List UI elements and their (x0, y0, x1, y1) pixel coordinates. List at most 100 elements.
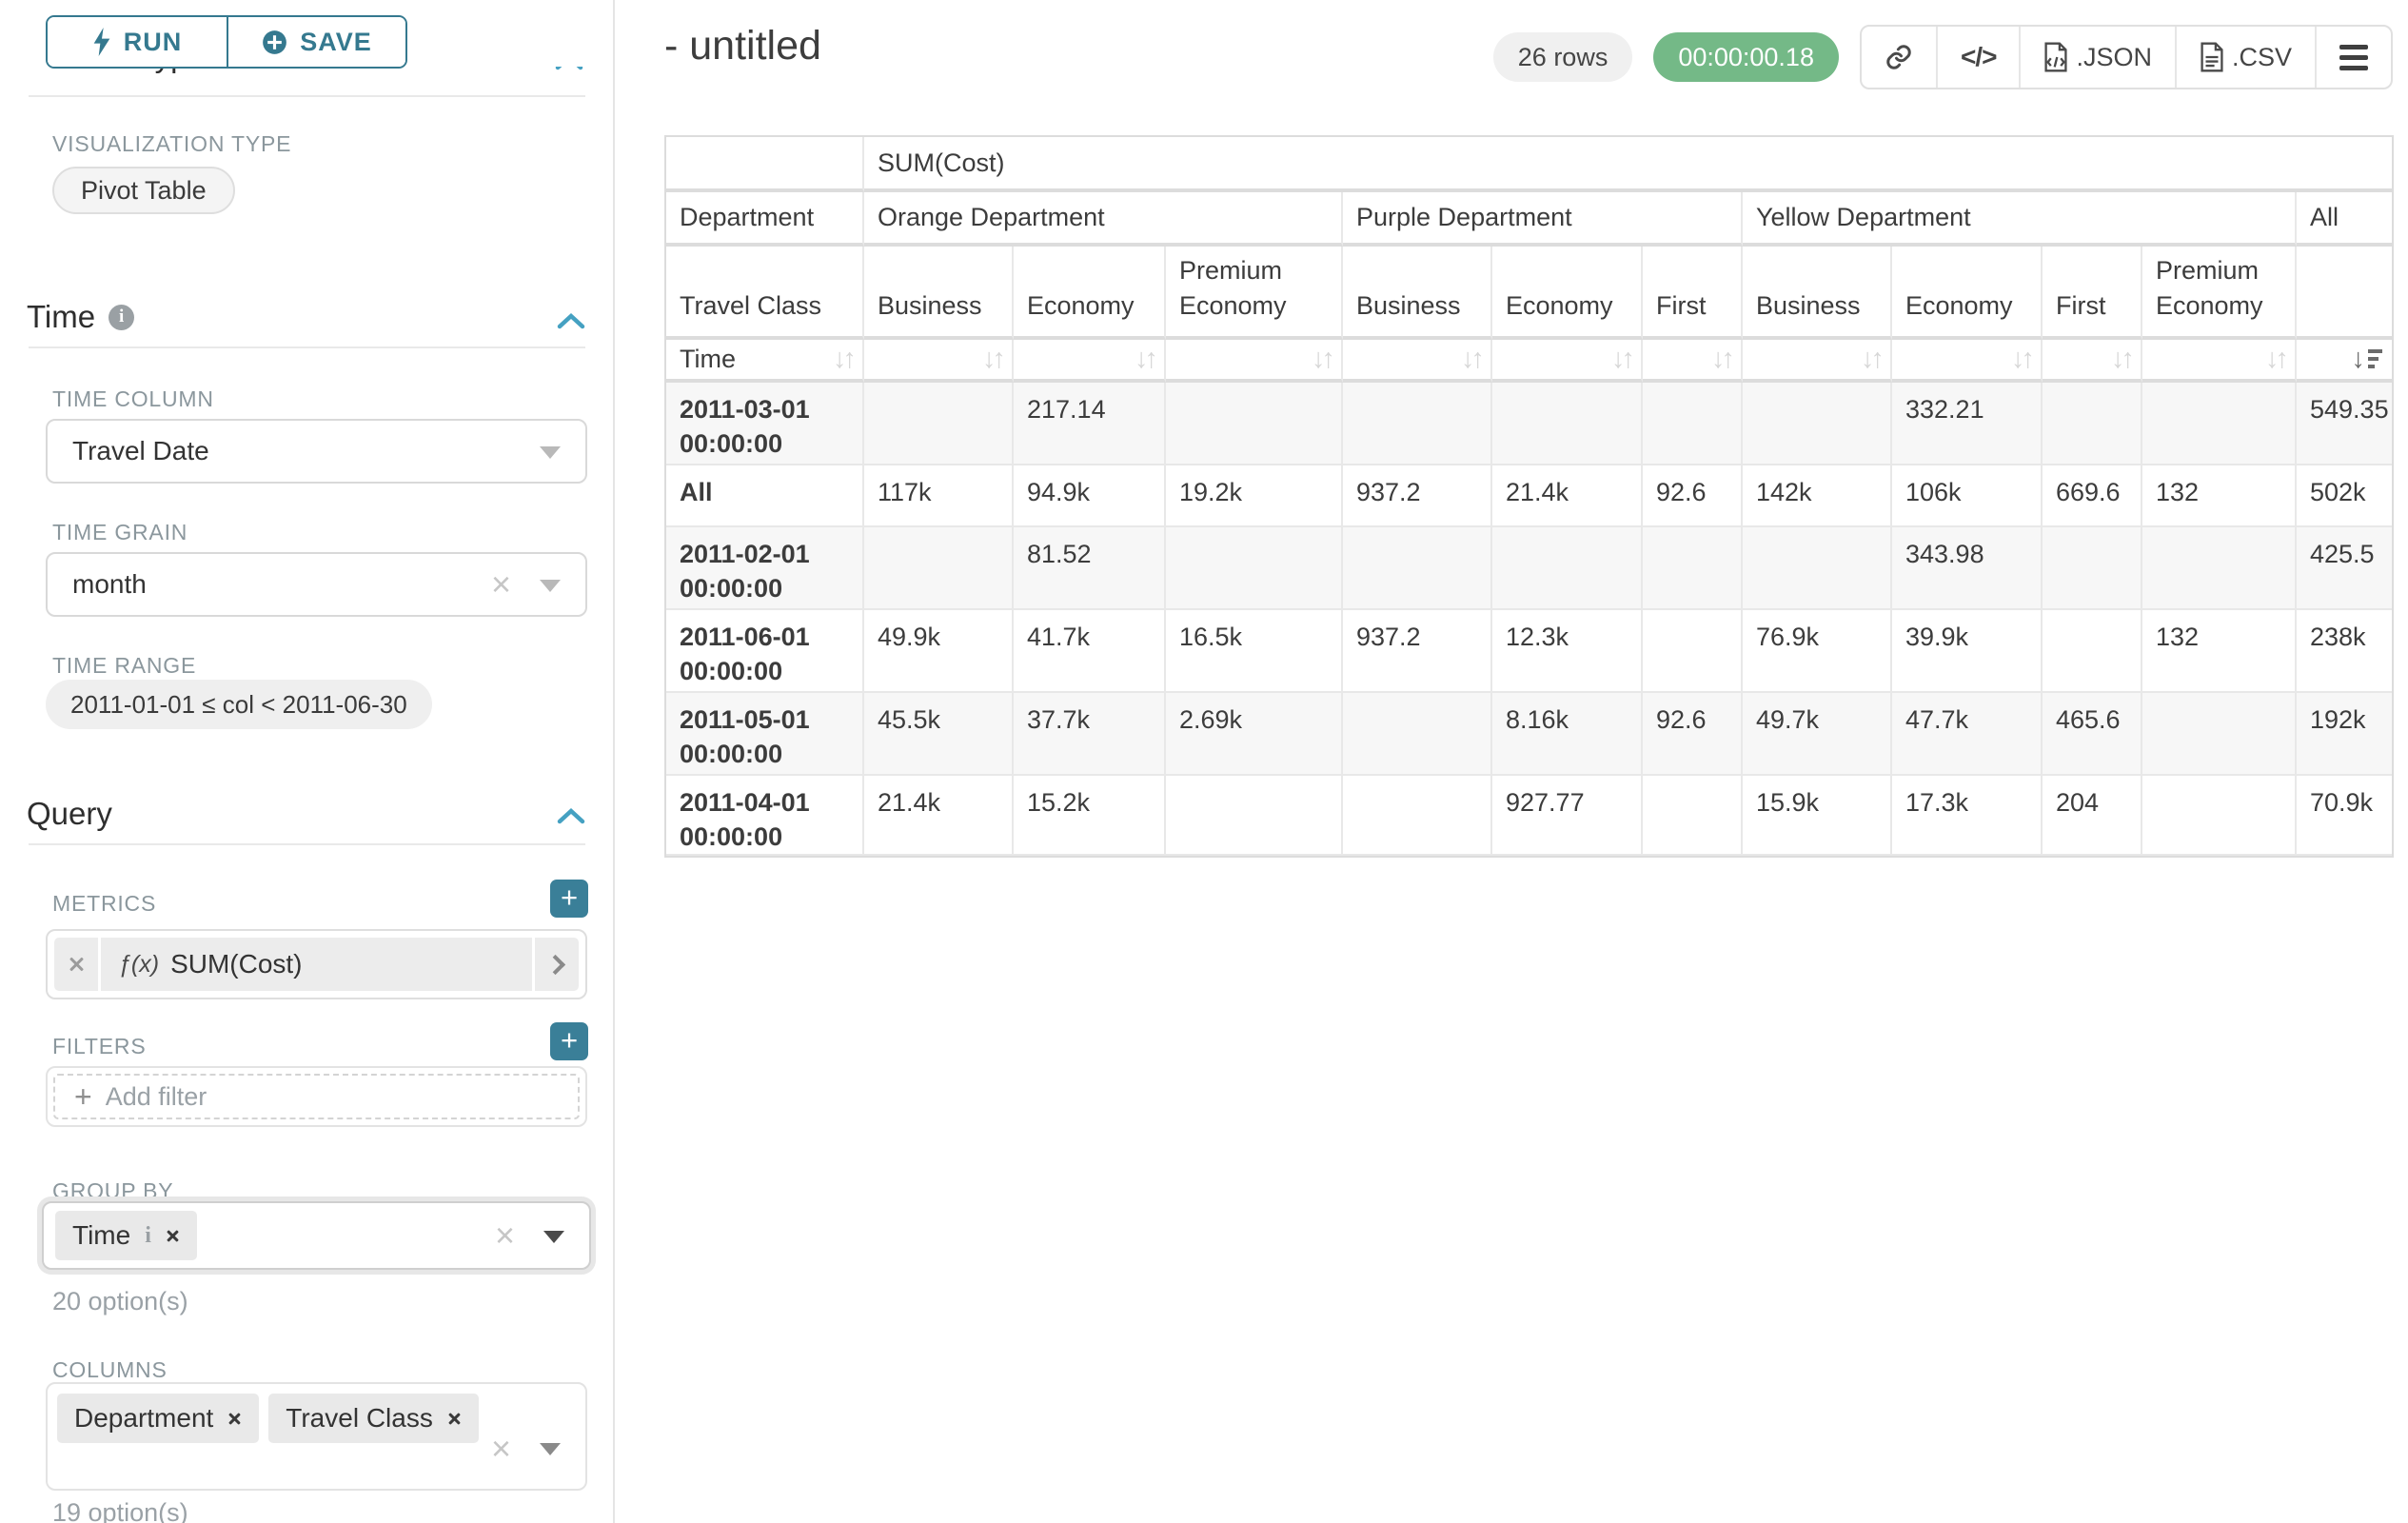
value-cell (2043, 610, 2142, 693)
remove-metric-button[interactable] (54, 938, 98, 991)
columns-select[interactable]: Department Travel Class × (46, 1382, 587, 1491)
add-filter-label: Add filter (106, 1082, 207, 1112)
value-cell: 76.9k (1743, 610, 1892, 693)
sort-cell: ↓↑ (1166, 340, 1343, 383)
time-collapse-icon[interactable] (557, 312, 585, 329)
save-button[interactable]: SAVE (227, 17, 405, 67)
info-icon[interactable]: i (109, 305, 134, 330)
chevron-down-icon[interactable] (540, 1443, 561, 1455)
more-options-button[interactable] (2315, 27, 2391, 88)
group-by-select[interactable]: Time i × (42, 1201, 591, 1270)
sort-icon[interactable]: ↓↑ (1611, 341, 1631, 378)
chip-label: Department (74, 1403, 213, 1434)
sort-descending-icon[interactable]: ↓ (2352, 341, 2383, 378)
value-cell (2142, 776, 2297, 856)
value-cell: 204 (2043, 776, 2142, 856)
clear-icon[interactable]: × (491, 565, 511, 603)
value-cell (1643, 527, 1743, 610)
plus-circle-icon (262, 30, 287, 55)
query-collapse-icon[interactable] (557, 807, 585, 824)
value-cell: 937.2 (1343, 465, 1492, 527)
value-cell: 17.3k (1892, 776, 2043, 856)
group-header-yellow: Yellow Department (1743, 192, 2297, 247)
sort-icon[interactable]: ↓↑ (1135, 341, 1155, 378)
export-csv-button[interactable]: .CSV (2175, 27, 2315, 88)
clear-icon[interactable]: × (491, 1430, 511, 1468)
value-cell: 332.21 (1892, 383, 2043, 465)
group-header-purple: Purple Department (1343, 192, 1743, 247)
sort-icon[interactable]: ↓↑ (2111, 341, 2131, 378)
sort-bars (2368, 349, 2382, 368)
query-timer-badge: 00:00:00.18 (1653, 32, 1839, 82)
row-label: 2011-04-01 00:00:00 (666, 776, 864, 856)
close-icon[interactable] (166, 1229, 180, 1243)
add-filter-button[interactable]: + Add filter (53, 1074, 580, 1119)
value-cell: 45.5k (864, 693, 1014, 776)
view-query-button[interactable]: </> (1936, 27, 2019, 88)
value-cell: 81.52 (1014, 527, 1166, 610)
sort-icon[interactable]: ↓↑ (2265, 341, 2285, 378)
value-cell: 49.9k (864, 610, 1014, 693)
sort-icon[interactable]: ↓↑ (1312, 341, 1332, 378)
group-by-chip-time[interactable]: Time i (55, 1211, 197, 1260)
value-cell: 937.2 (1343, 610, 1492, 693)
value-cell (1343, 383, 1492, 465)
run-button[interactable]: RUN (48, 17, 227, 67)
value-cell: 92.6 (1643, 693, 1743, 776)
time-sort-header: Time ↓↑ (666, 340, 864, 383)
columns-chip-department[interactable]: Department (57, 1394, 259, 1443)
sort-icon[interactable]: ↓↑ (833, 341, 853, 378)
value-cell: 106k (1892, 465, 2043, 527)
time-section-title: Time i (27, 299, 134, 335)
value-cell: 2.69k (1166, 693, 1343, 776)
export-json-button[interactable]: .JSON (2019, 27, 2175, 88)
leaf-header: Business (1743, 247, 1892, 340)
value-cell (1166, 776, 1343, 856)
group-header-orange: Orange Department (864, 192, 1343, 247)
info-icon[interactable]: i (145, 1223, 151, 1249)
query-section-title-text: Query (27, 796, 112, 832)
value-cell: 549.35 (2297, 383, 2392, 465)
value-cell: 8.16k (1492, 693, 1643, 776)
columns-chips: Department Travel Class (57, 1394, 479, 1443)
explore-page: Chart Type RUN SAVE VISUALIZATION TYPE P… (0, 0, 2408, 1523)
clear-icon[interactable]: × (495, 1216, 515, 1255)
value-cell (2142, 383, 2297, 465)
chart-title[interactable]: - untitled (664, 23, 821, 69)
columns-options-hint: 19 option(s) (52, 1498, 188, 1523)
chevron-down-icon (540, 580, 561, 592)
time-column-select[interactable]: Travel Date (46, 419, 587, 484)
value-cell: 343.98 (1892, 527, 2043, 610)
chevron-down-icon[interactable] (543, 1231, 564, 1243)
value-cell: 19.2k (1166, 465, 1343, 527)
run-button-label: RUN (124, 28, 183, 57)
time-grain-select[interactable]: month × (46, 552, 587, 617)
viz-type-pill[interactable]: Pivot Table (52, 167, 235, 214)
time-range-pill[interactable]: 2011-01-01 ≤ col < 2011-06-30 (46, 680, 432, 729)
value-cell (2142, 527, 2297, 610)
export-csv-label: .CSV (2232, 43, 2292, 72)
metric-chip[interactable]: ƒ(x) SUM(Cost) (101, 938, 532, 991)
query-section-title: Query (27, 796, 112, 832)
close-icon[interactable] (447, 1412, 462, 1426)
value-cell: 12.3k (1492, 610, 1643, 693)
section-divider (29, 843, 585, 845)
value-cell: 669.6 (2043, 465, 2142, 527)
columns-chip-travel-class[interactable]: Travel Class (268, 1394, 479, 1443)
close-icon[interactable] (227, 1412, 242, 1426)
sort-icon[interactable]: ↓↑ (1861, 341, 1881, 378)
sort-icon[interactable]: ↓↑ (2011, 341, 2031, 378)
sort-icon[interactable]: ↓↑ (1461, 341, 1481, 378)
function-icon: ƒ(x) (118, 951, 159, 979)
metric-expand-button[interactable] (535, 938, 579, 991)
menu-icon (2339, 45, 2368, 70)
time-grain-value: month (72, 554, 147, 615)
add-filter-plus-button[interactable]: + (550, 1022, 588, 1060)
copy-link-button[interactable] (1862, 27, 1936, 88)
sort-icon[interactable]: ↓↑ (1711, 341, 1731, 378)
time-range-label: TIME RANGE (52, 653, 196, 679)
add-metric-button[interactable]: + (550, 880, 588, 918)
leaf-header: First (2043, 247, 2142, 340)
sort-icon[interactable]: ↓↑ (982, 341, 1002, 378)
metric-name: SUM(Cost) (170, 949, 302, 979)
